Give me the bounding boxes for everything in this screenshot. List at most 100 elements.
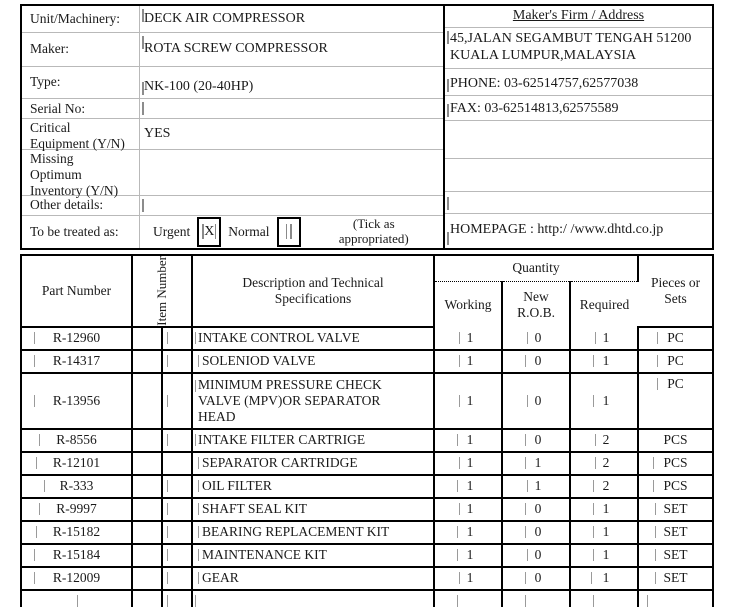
cell-item-number-b[interactable]	[162, 451, 194, 476]
cell-new-rob[interactable]: 0	[502, 497, 572, 522]
cell-working[interactable]: 1	[434, 372, 504, 430]
cell-unit[interactable]: PCS	[638, 428, 713, 453]
cell-new-rob[interactable]: 1	[502, 451, 572, 476]
cell-required[interactable]: 1	[570, 497, 640, 522]
cell-item-number-b[interactable]	[162, 566, 194, 591]
cell-description[interactable]: INTAKE FILTER CARTRIGE	[192, 428, 436, 453]
cell-new-rob[interactable]: 0	[502, 428, 572, 453]
cell-working[interactable]: 1	[434, 543, 504, 568]
maker-blank-row-2[interactable]	[445, 159, 712, 192]
cell-description[interactable]: GEAR	[192, 566, 436, 591]
value-unit-machinery[interactable]: DECK AIR COMPRESSOR	[140, 6, 443, 32]
cell-working[interactable]: 1	[434, 474, 504, 499]
maker-phone-row[interactable]: PHONE: 03-62514757,62577038	[445, 69, 712, 96]
cell-required[interactable]: 2	[570, 474, 640, 499]
cell-new-rob[interactable]: 0	[502, 520, 572, 545]
cell-item-number-a[interactable]	[132, 497, 163, 522]
value-missing-optimum-inventory[interactable]	[140, 150, 443, 195]
cell-required[interactable]: 1	[570, 566, 640, 591]
cell-item-number-a[interactable]	[132, 474, 163, 499]
cell-item-number-a[interactable]	[132, 589, 163, 607]
cell-unit[interactable]	[638, 590, 712, 607]
maker-homepage-row[interactable]: HOMEPAGE : http:/ /www.dhtd.co.jp	[445, 214, 712, 248]
cell-new-rob[interactable]	[502, 589, 572, 607]
cell-working[interactable]: 1	[434, 349, 504, 374]
cell-new-rob[interactable]: 1	[502, 474, 572, 499]
cell-unit[interactable]: SET	[638, 520, 713, 545]
cell-item-number-a[interactable]	[132, 543, 163, 568]
cell-part-number[interactable]: R-12101	[22, 451, 133, 476]
cell-required[interactable]	[570, 589, 640, 607]
cell-working[interactable]: 1	[434, 428, 504, 453]
cell-part-number[interactable]: R-15182	[22, 520, 133, 545]
cell-part-number[interactable]: R-12009	[22, 566, 133, 591]
cell-unit[interactable]: SET	[638, 543, 713, 568]
checkbox-normal[interactable]	[276, 216, 301, 247]
cell-description[interactable]: MINIMUM PRESSURE CHECK VALVE (MPV)OR SEP…	[192, 372, 436, 430]
cell-item-number-a[interactable]	[132, 326, 163, 351]
cell-unit[interactable]: SET	[638, 566, 713, 591]
cell-description[interactable]: SEPARATOR CARTRIDGE	[192, 451, 436, 476]
cell-item-number-a[interactable]	[132, 372, 163, 430]
cell-working[interactable]: 1	[434, 520, 504, 545]
cell-item-number-b[interactable]	[162, 497, 194, 522]
cell-description[interactable]: SOLENIOD VALVE	[192, 349, 436, 374]
cell-unit[interactable]: PCS	[638, 474, 713, 499]
cell-item-number-b[interactable]	[162, 326, 194, 351]
cell-new-rob[interactable]: 0	[502, 372, 572, 430]
cell-part-number[interactable]: R-12960	[22, 326, 133, 351]
checkbox-urgent[interactable]: X	[197, 216, 222, 247]
cell-required[interactable]: 1	[570, 326, 640, 351]
cell-description[interactable]: INTAKE CONTROL VALVE	[192, 326, 436, 351]
maker-fax-row[interactable]: FAX: 03-62514813,62575589	[445, 96, 712, 122]
cell-required[interactable]: 2	[570, 428, 640, 453]
cell-item-number-b[interactable]	[162, 589, 194, 607]
value-other-details[interactable]	[140, 196, 443, 215]
cell-description[interactable]	[192, 589, 436, 607]
cell-item-number-a[interactable]	[132, 520, 163, 545]
cell-item-number-b[interactable]	[162, 428, 194, 453]
cell-unit[interactable]: SET	[638, 497, 713, 522]
cell-part-number[interactable]: R-9997	[22, 497, 133, 522]
cell-required[interactable]: 1	[570, 372, 640, 430]
cell-item-number-a[interactable]	[132, 451, 163, 476]
cell-unit[interactable]: PC	[638, 326, 713, 351]
cell-working[interactable]	[434, 589, 504, 607]
cell-item-number-b[interactable]	[162, 474, 194, 499]
cell-required[interactable]: 1	[570, 543, 640, 568]
cell-part-number[interactable]: R-15184	[22, 543, 133, 568]
cell-unit[interactable]: PC	[638, 372, 713, 430]
cell-item-number-b[interactable]	[162, 520, 194, 545]
cell-required[interactable]: 1	[570, 349, 640, 374]
cell-item-number-b[interactable]	[162, 543, 194, 568]
maker-blank-row-1[interactable]	[445, 121, 712, 159]
cell-item-number-a[interactable]	[132, 349, 163, 374]
cell-new-rob[interactable]: 0	[502, 543, 572, 568]
value-serial-no[interactable]	[140, 99, 443, 118]
cell-new-rob[interactable]: 0	[502, 326, 572, 351]
cell-new-rob[interactable]: 0	[502, 566, 572, 591]
value-maker[interactable]: ROTA SCREW COMPRESSOR	[140, 33, 443, 66]
cell-description[interactable]: BEARING REPLACEMENT KIT	[192, 520, 436, 545]
cell-part-number[interactable]: R-333	[22, 474, 133, 499]
cell-part-number[interactable]	[22, 589, 133, 607]
cell-new-rob[interactable]: 0	[502, 349, 572, 374]
value-critical-equipment[interactable]: YES	[140, 119, 443, 149]
cell-description[interactable]: SHAFT SEAL KIT	[192, 497, 436, 522]
cell-item-number-b[interactable]	[162, 372, 194, 430]
cell-unit[interactable]: PC	[638, 349, 713, 374]
cell-part-number[interactable]: R-13956	[22, 372, 133, 430]
maker-blank-row-3[interactable]	[445, 192, 712, 214]
cell-part-number[interactable]: R-8556	[22, 428, 133, 453]
cell-item-number-a[interactable]	[132, 428, 163, 453]
cell-part-number[interactable]: R-14317	[22, 349, 133, 374]
cell-item-number-b[interactable]	[162, 349, 194, 374]
cell-description[interactable]: OIL FILTER	[192, 474, 436, 499]
cell-working[interactable]: 1	[434, 497, 504, 522]
cell-unit[interactable]: PCS	[638, 451, 713, 476]
cell-required[interactable]: 2	[570, 451, 640, 476]
value-type[interactable]: NK-100 (20-40HP)	[140, 67, 443, 98]
cell-item-number-a[interactable]	[132, 566, 163, 591]
cell-working[interactable]: 1	[434, 566, 504, 591]
cell-working[interactable]: 1	[434, 326, 504, 351]
